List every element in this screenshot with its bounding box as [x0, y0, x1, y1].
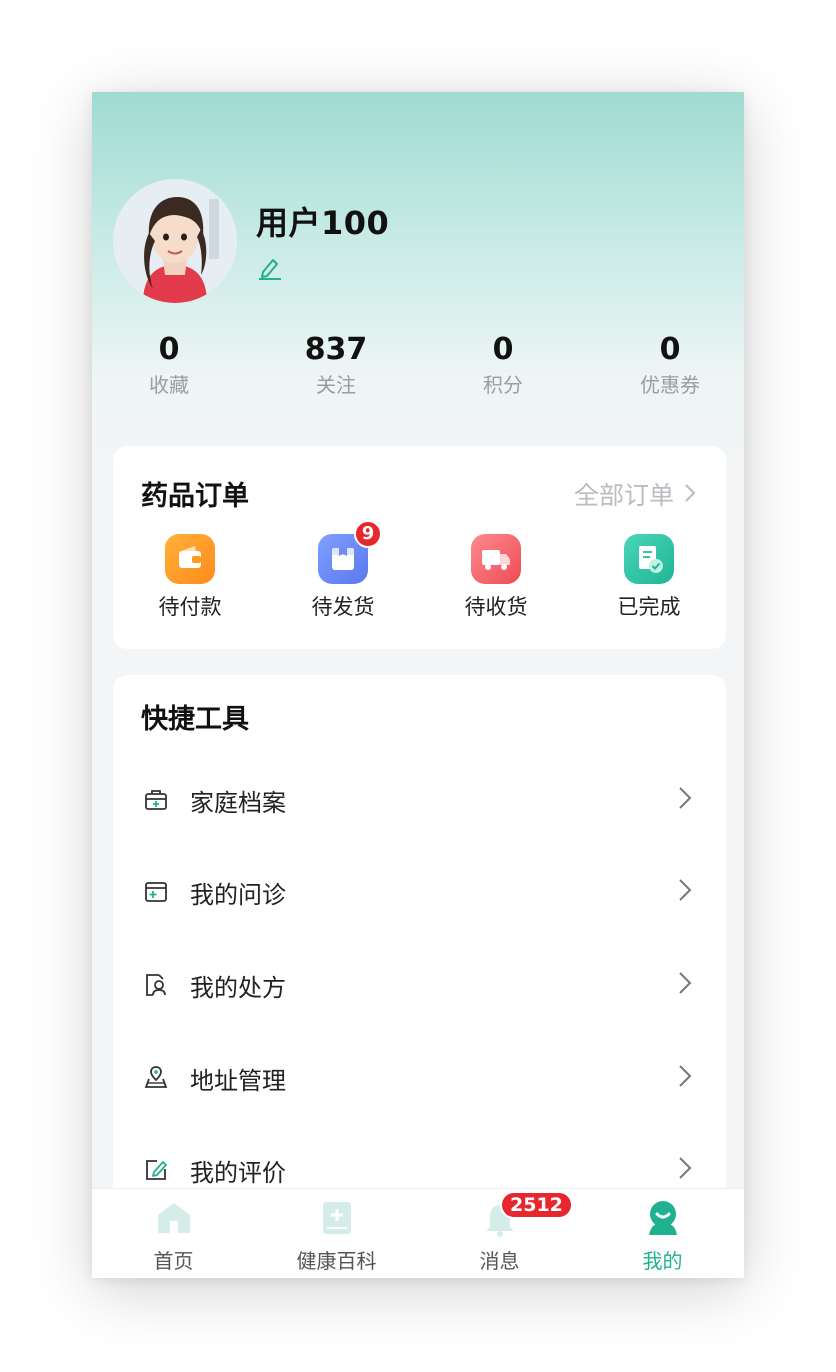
home-icon [154, 1199, 194, 1237]
tool-my-consultations[interactable]: 我的问诊 [113, 846, 726, 938]
wallet-icon [165, 534, 215, 584]
chevron-right-icon [678, 878, 692, 906]
order-pending-shipment[interactable]: 9 待发货 [283, 520, 403, 620]
shipment-count-badge: 9 [354, 520, 382, 548]
tool-label: 我的处方 [190, 973, 286, 1002]
avatar-image [113, 179, 237, 303]
orders-title: 药品订单 [141, 481, 249, 512]
prescription-icon [143, 972, 169, 998]
tools-title: 快捷工具 [141, 704, 249, 735]
tab-health-wiki[interactable]: 健康百科 [255, 1189, 418, 1278]
chevron-right-icon [684, 480, 696, 509]
medical-kit-icon [143, 787, 169, 813]
chevron-right-icon [678, 1064, 692, 1092]
order-label: 待收货 [464, 595, 528, 619]
review-edit-icon [143, 1157, 169, 1183]
consultation-icon [143, 879, 169, 905]
bottom-tab-bar: 首页 健康百科 2512 消息 我的 [92, 1188, 744, 1278]
app-screen: 用户100 0 收藏 837 关注 0 积分 0 优惠券 药品订单 全部订单 待… [92, 92, 744, 1278]
stat-label: 收藏 [149, 373, 189, 397]
tool-label: 地址管理 [190, 1066, 286, 1095]
avatar[interactable] [113, 179, 237, 303]
profile-icon [643, 1199, 683, 1237]
tab-label: 首页 [153, 1249, 194, 1273]
book-icon [317, 1199, 357, 1237]
chevron-right-icon [678, 971, 692, 999]
edit-profile-icon[interactable] [257, 254, 283, 280]
message-count-badge: 2512 [500, 1191, 573, 1219]
stats-row: 0 收藏 837 关注 0 积分 0 优惠券 [92, 332, 744, 402]
tab-messages[interactable]: 2512 消息 [418, 1189, 581, 1278]
chevron-right-icon [678, 786, 692, 814]
truck-icon [471, 534, 521, 584]
username: 用户100 [256, 204, 390, 242]
stat-value: 0 [158, 332, 180, 367]
tool-label: 我的问诊 [190, 880, 286, 909]
order-label: 待发货 [311, 595, 375, 619]
package-icon: 9 [318, 520, 382, 584]
stat-value: 0 [659, 332, 681, 367]
stat-following[interactable]: 837 关注 [266, 332, 406, 398]
stat-value: 0 [492, 332, 514, 367]
order-completed[interactable]: 已完成 [589, 534, 709, 620]
order-label: 已完成 [617, 595, 681, 619]
tab-label: 我的 [642, 1249, 683, 1273]
stat-value: 837 [304, 332, 368, 367]
stat-label: 积分 [483, 373, 523, 397]
tool-label: 家庭档案 [190, 788, 286, 817]
tab-label: 消息 [479, 1249, 520, 1273]
tool-address-management[interactable]: 地址管理 [113, 1032, 726, 1124]
tab-label: 健康百科 [296, 1249, 377, 1273]
completed-doc-icon [624, 534, 674, 584]
location-icon [143, 1065, 169, 1091]
all-orders-label: 全部订单 [573, 481, 674, 510]
chevron-right-icon [678, 1156, 692, 1184]
tool-label: 我的评价 [190, 1158, 286, 1187]
stat-favorites[interactable]: 0 收藏 [99, 332, 239, 398]
tool-my-prescriptions[interactable]: 我的处方 [113, 939, 726, 1031]
tool-family-records[interactable]: 家庭档案 [113, 754, 726, 846]
order-pending-payment[interactable]: 待付款 [130, 534, 250, 620]
stat-points[interactable]: 0 积分 [433, 332, 573, 398]
orders-card: 药品订单 全部订单 待付款 9 待发货 待收货 已完成 [113, 446, 726, 649]
stat-label: 优惠券 [640, 373, 700, 397]
stat-coupons[interactable]: 0 优惠券 [600, 332, 740, 398]
all-orders-link[interactable]: 全部订单 [574, 476, 696, 512]
tab-mine[interactable]: 我的 [581, 1189, 744, 1278]
stat-label: 关注 [316, 373, 356, 397]
order-pending-receipt[interactable]: 待收货 [436, 534, 556, 620]
order-label: 待付款 [158, 595, 222, 619]
tab-home[interactable]: 首页 [92, 1189, 255, 1278]
